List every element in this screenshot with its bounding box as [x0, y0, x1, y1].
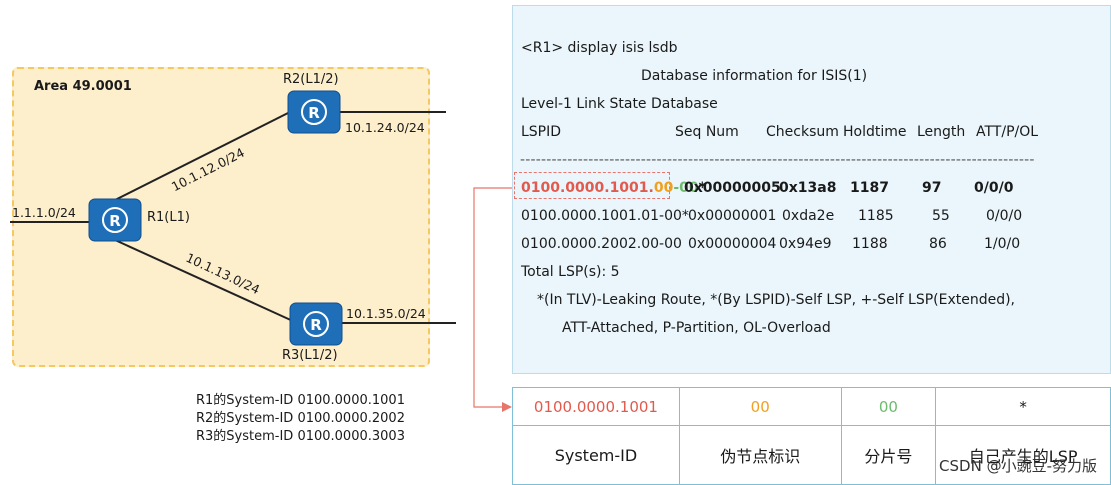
- lsdb-row-1-checksum: 0x13a8: [779, 180, 837, 196]
- lsdb-row-2-att: 0/0/0: [986, 208, 1023, 224]
- header-seq: Seq Num: [675, 124, 739, 140]
- lsdb-row-3-length: 86: [929, 236, 947, 252]
- router-label-r1: R1(L1): [147, 210, 190, 225]
- lsdb-row-1-att: 0/0/0: [974, 180, 1014, 196]
- callout-connector: [473, 187, 512, 408]
- breakdown-label-system-id: System-ID: [512, 425, 680, 485]
- lsdb-row-2-holdtime: 1185: [858, 208, 894, 224]
- console-total: Total LSP(s): 5: [521, 264, 620, 280]
- lsdb-row-3-checksum: 0x94e9: [779, 236, 832, 252]
- router-icon-r1[interactable]: R: [88, 198, 142, 242]
- system-id-r2: R2的System-ID 0100.0000.2002: [196, 411, 405, 426]
- router-icon-r3[interactable]: R: [289, 302, 343, 346]
- link-r1-r3: [114, 239, 296, 323]
- breakdown-label-pseudonode: 伪节点标识: [678, 425, 842, 485]
- network-label-r2-external: 10.1.24.0/24: [345, 120, 425, 135]
- router-icon-r2[interactable]: R: [287, 90, 341, 134]
- breakdown-values-row: 0100.0000.1001 00 00 *: [512, 386, 1111, 427]
- console-separator: ----------------------------------------…: [520, 152, 1035, 168]
- header-lspid: LSPID: [521, 124, 562, 140]
- header-att: ATT/P/OL: [976, 124, 1039, 140]
- breakdown-label-fragment: 分片号: [840, 425, 937, 485]
- lsdb-row-3: 0100.0000.2002.00-00 0x00000004 0x94e9 1…: [0, 236, 1020, 348]
- console-command: <R1> display isis lsdb: [521, 40, 678, 56]
- csdn-watermark: CSDN @小豌豆-努力版: [939, 457, 1097, 475]
- router-label-r2: R2(L1/2): [283, 72, 339, 87]
- console-legend-1: *(In TLV)-Leaking Route, *(By LSPID)-Sel…: [537, 292, 1016, 308]
- network-label-r1-external: 1.1.1.0/24: [12, 205, 76, 220]
- lsdb-row-3-holdtime: 1188: [852, 236, 888, 252]
- svg-text:R: R: [310, 316, 322, 334]
- system-id-list: R1的System-ID 0100.0000.1001 R2的System-ID…: [196, 392, 405, 446]
- lsdb-row-1-holdtime: 1187: [850, 180, 889, 196]
- header-length: Length: [917, 124, 966, 140]
- console-level: Level-1 Link State Database: [521, 96, 718, 112]
- system-id-r1: R1的System-ID 0100.0000.1001: [196, 393, 405, 408]
- header-checksum: Checksum: [766, 124, 839, 140]
- network-label-r3-external: 10.1.35.0/24: [346, 306, 426, 321]
- lsdb-row-1-lspid: 0100.0000.1001.00-00*: [521, 180, 706, 196]
- lsdb-row-1-length: 97: [922, 180, 942, 196]
- link-r1-r2: [114, 111, 291, 201]
- lsdb-row-3-att: 1/0/0: [984, 236, 1021, 252]
- system-id-r3: R3的System-ID 0100.0000.3003: [196, 429, 405, 444]
- breakdown-value-pseudonode: 00: [678, 386, 842, 427]
- breakdown-value-system-id: 0100.0000.1001: [512, 386, 680, 427]
- console-legend-2: ATT-Attached, P-Partition, OL-Overload: [562, 320, 831, 336]
- router-label-r3: R3(L1/2): [282, 348, 338, 363]
- breakdown-value-self: *: [935, 386, 1111, 427]
- header-holdtime: Holdtime: [843, 124, 907, 140]
- breakdown-value-fragment: 00: [840, 386, 937, 427]
- svg-text:R: R: [109, 212, 121, 230]
- lsdb-row-3-seq: 0x00000004: [688, 236, 777, 252]
- svg-text:R: R: [308, 104, 320, 122]
- lsdb-row-2-checksum: 0xda2e: [782, 208, 835, 224]
- console-title: Database information for ISIS(1): [641, 68, 868, 84]
- callout-arrowhead: [502, 402, 512, 412]
- lsdb-row-3-lspid: 0100.0000.2002.00-00: [521, 236, 682, 252]
- lsdb-row-2-seq: 0x00000001: [688, 208, 777, 224]
- lsdb-row-1-seq: 0x00000005: [684, 180, 781, 196]
- lsdb-row-2-length: 55: [932, 208, 950, 224]
- lsdb-row-2-lspid: 0100.0000.1001.01-00*: [521, 208, 689, 224]
